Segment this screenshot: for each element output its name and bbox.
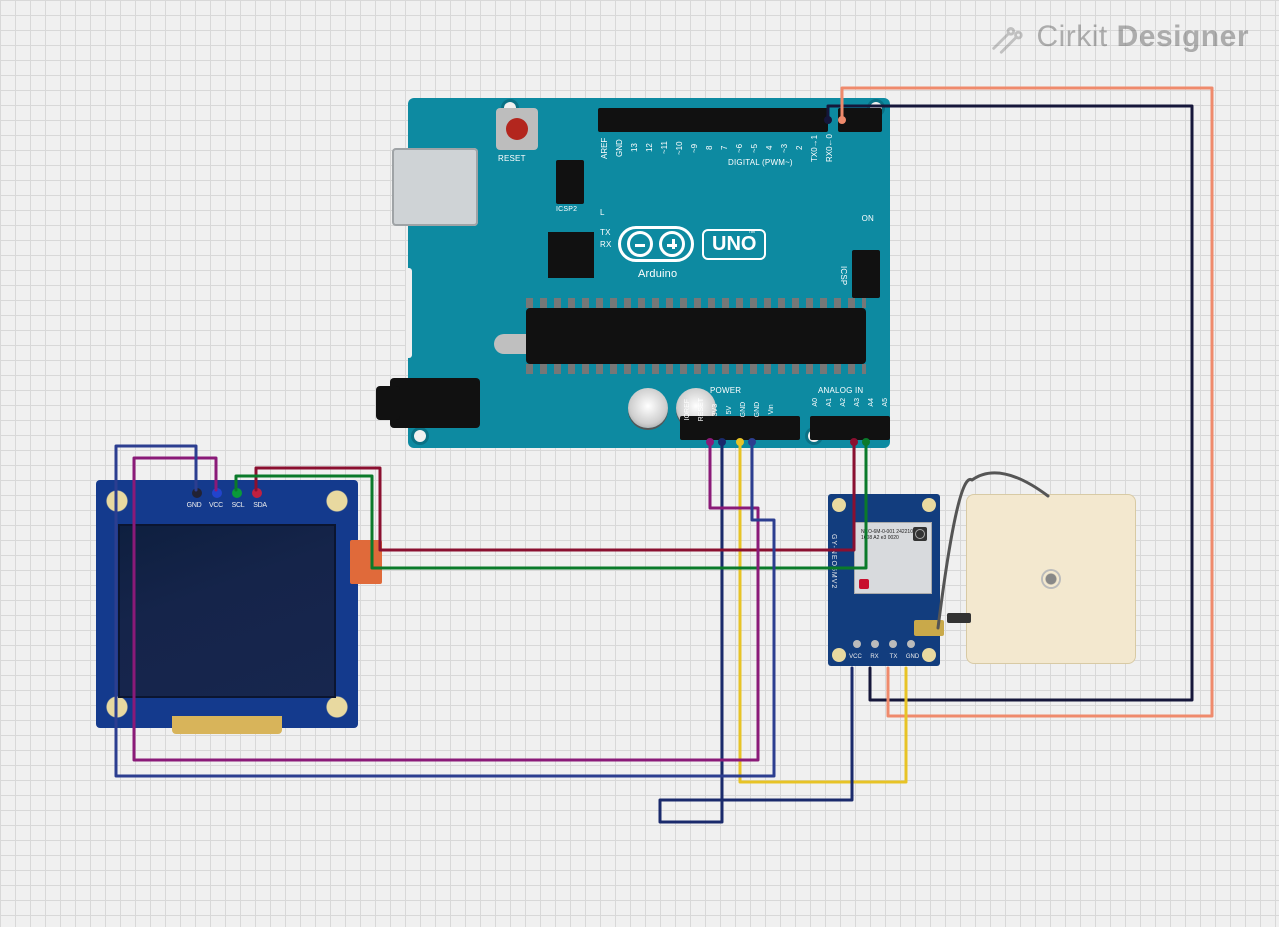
power-label: POWER bbox=[710, 386, 741, 395]
reset-button[interactable] bbox=[496, 108, 538, 150]
gps-pin-gnd[interactable] bbox=[907, 640, 915, 648]
reset-label: RESET bbox=[498, 154, 526, 163]
oled-pin-header[interactable] bbox=[192, 488, 262, 498]
arduino-uno[interactable]: RESET ICSP2 ICSP UNO Arduino ™ L TX RX O… bbox=[408, 98, 890, 448]
gps-chip: NEO-6M-0-001 24221083176 1608 A2 e3 0020 bbox=[854, 522, 932, 594]
oled-ribbon bbox=[172, 716, 282, 734]
oled-pin-vcc[interactable] bbox=[212, 488, 222, 498]
on-led-label: ON bbox=[862, 214, 874, 223]
uno-label: UNO bbox=[702, 229, 766, 260]
barrel-jack bbox=[390, 378, 480, 428]
tm-label: ™ bbox=[748, 230, 755, 237]
icsp-label: ICSP bbox=[839, 266, 848, 285]
rx-led-label: RX bbox=[600, 240, 612, 249]
gps-pin-rx[interactable] bbox=[871, 640, 879, 648]
digital-pin-labels: AREFGND1312~11~10~987~6~54~32TX0→1RX0←0 bbox=[600, 134, 836, 162]
arduino-sublabel: Arduino bbox=[638, 268, 677, 280]
power-pin-labels: IOREFRESET3V35VGNDGNDVin bbox=[684, 398, 779, 421]
digital-header-1[interactable] bbox=[598, 108, 828, 132]
infinity-logo-icon bbox=[618, 226, 694, 262]
atmega16u2-chip bbox=[548, 232, 594, 278]
mounting-hole bbox=[922, 648, 936, 662]
mounting-hole bbox=[414, 430, 426, 442]
circuit-canvas[interactable]: RESET ICSP2 ICSP UNO Arduino ™ L TX RX O… bbox=[0, 0, 1279, 927]
oled-pin-gnd[interactable] bbox=[192, 488, 202, 498]
gps-ufl-connector[interactable] bbox=[914, 620, 944, 636]
antenna-feed bbox=[947, 613, 971, 623]
gps-module[interactable]: GY-NEO6MV2 NEO-6M-0-001 24221083176 1608… bbox=[828, 494, 940, 666]
mounting-hole bbox=[832, 648, 846, 662]
mounting-hole bbox=[320, 484, 354, 518]
analog-label: ANALOG IN bbox=[818, 386, 863, 395]
digital-header-2[interactable] bbox=[838, 108, 882, 132]
oled-pin-labels: GNDVCCSCLSDA bbox=[184, 502, 270, 509]
analog-header[interactable] bbox=[810, 416, 890, 440]
gps-pin-vcc[interactable] bbox=[853, 640, 861, 648]
gps-pin-tx[interactable] bbox=[889, 640, 897, 648]
icsp-header bbox=[852, 250, 880, 298]
oled-pin-sda[interactable] bbox=[252, 488, 262, 498]
gps-antenna[interactable] bbox=[966, 494, 1136, 664]
gps-pin-header[interactable] bbox=[853, 640, 915, 648]
ublox-logo-icon bbox=[859, 579, 869, 589]
l-led-label: L bbox=[600, 208, 605, 217]
gps-side-label: GY-NEO6MV2 bbox=[830, 534, 837, 589]
analog-pin-labels: A0A1A2A3A4A5 bbox=[812, 398, 893, 407]
mounting-hole bbox=[922, 498, 936, 512]
oled-display[interactable]: GNDVCCSCLSDA bbox=[96, 480, 358, 728]
oled-screen bbox=[118, 524, 336, 698]
mounting-hole bbox=[832, 498, 846, 512]
oled-pin-scl[interactable] bbox=[232, 488, 242, 498]
arduino-brand: UNO bbox=[618, 226, 766, 262]
usb-port bbox=[392, 148, 478, 226]
atmega328-chip bbox=[526, 308, 866, 364]
board-notch bbox=[406, 268, 412, 358]
oled-flex-connector bbox=[350, 540, 382, 584]
mounting-hole bbox=[100, 484, 134, 518]
gps-pin-labels: VCCRXTXGND bbox=[847, 654, 922, 660]
gps-datamatrix-icon bbox=[913, 527, 927, 541]
icsp2-label: ICSP2 bbox=[556, 206, 577, 213]
capacitor bbox=[628, 388, 668, 428]
icsp2-header bbox=[556, 160, 584, 204]
tx-led-label: TX bbox=[600, 228, 611, 237]
wire-gps-vcc[interactable] bbox=[660, 442, 852, 822]
